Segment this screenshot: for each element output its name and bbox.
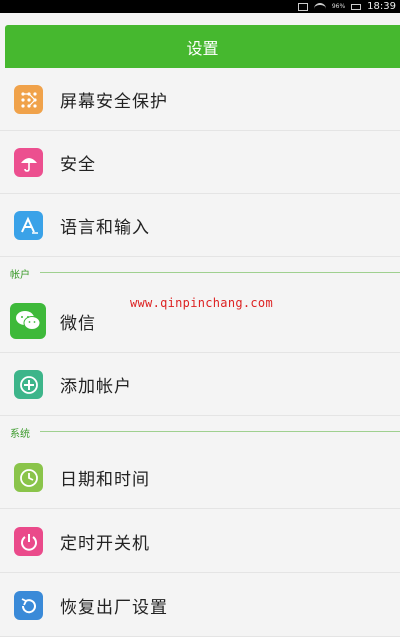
clock-icon [14, 463, 43, 492]
wifi-icon [313, 2, 326, 11]
image-icon [297, 2, 308, 11]
settings-item-factory-reset[interactable]: 恢复出厂设置 [0, 574, 400, 637]
wechat-icon [10, 303, 46, 339]
battery-icon [351, 3, 362, 10]
settings-item-date-time[interactable]: 日期和时间 [0, 446, 400, 509]
settings-item-label: 定时开关机 [60, 534, 150, 554]
battery-percent: 96% [331, 3, 346, 10]
section-divider [40, 272, 400, 273]
section-divider [40, 431, 400, 432]
settings-item-label: 微信 [60, 314, 96, 334]
page-title: 设置 [186, 38, 219, 58]
title-bar: 设置 [5, 25, 400, 68]
section-header-system: 系统 [0, 425, 400, 440]
settings-item-security[interactable]: 安全 [0, 131, 400, 194]
section-header-accounts: 帐户 [0, 266, 400, 281]
settings-item-add-account[interactable]: 添加帐户 [0, 353, 400, 416]
status-time: 18:39 [367, 1, 396, 12]
umbrella-icon [14, 148, 43, 177]
settings-item-label: 添加帐户 [60, 377, 132, 397]
settings-item-language-input[interactable]: 语言和输入 [0, 194, 400, 257]
power-icon [14, 527, 43, 556]
grid-lock-icon [14, 85, 43, 114]
settings-item-label: 安全 [60, 155, 96, 175]
restore-icon [14, 591, 43, 620]
settings-item-label: 语言和输入 [60, 218, 150, 238]
settings-item-screen-lock[interactable]: 屏幕安全保护 [0, 68, 400, 131]
language-a-icon [14, 211, 43, 240]
settings-item-label: 恢复出厂设置 [60, 598, 168, 618]
plus-circle-icon [14, 370, 43, 399]
settings-item-scheduled-power[interactable]: 定时开关机 [0, 510, 400, 573]
section-label: 系统 [10, 429, 30, 440]
status-icons: 96% 18:39 [297, 0, 396, 13]
settings-item-label: 日期和时间 [60, 470, 150, 490]
status-bar: 96% 18:39 [0, 0, 400, 13]
section-label: 帐户 [10, 270, 30, 281]
settings-item-label: 屏幕安全保护 [60, 92, 168, 112]
watermark: www.qinpinchang.com [130, 296, 273, 310]
